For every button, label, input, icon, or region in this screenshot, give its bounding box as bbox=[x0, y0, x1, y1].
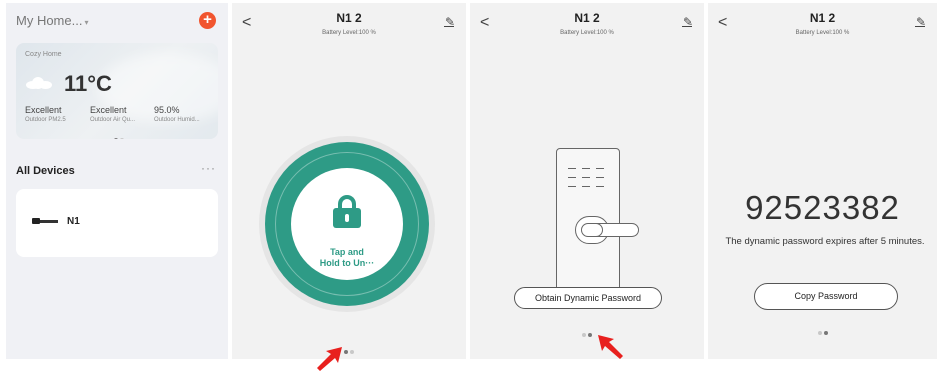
keypad-illustration bbox=[568, 165, 610, 192]
more-icon[interactable]: ··· bbox=[201, 161, 216, 175]
weather-card[interactable]: Cozy Home 11°C Excellent Outdoor PM2.5 E… bbox=[16, 43, 218, 139]
edit-icon[interactable]: ✎ bbox=[914, 15, 926, 29]
battery-level: Battery Level:100 % bbox=[322, 30, 376, 36]
battery-level: Battery Level:100 % bbox=[795, 30, 850, 36]
copy-password-button[interactable]: Copy Password bbox=[754, 283, 898, 310]
device-title: N1 2 bbox=[574, 11, 600, 25]
stat-humidity: 95.0% Outdoor Humid... bbox=[154, 105, 200, 123]
unlock-screen: < N1 2 Battery Level:100 % ✎ Tap and Hol… bbox=[232, 3, 466, 359]
device-title: N1 2 bbox=[809, 11, 836, 25]
home-selector[interactable]: My Home... ▾ bbox=[16, 13, 88, 28]
page-indicator bbox=[232, 341, 466, 359]
add-device-button[interactable]: + bbox=[199, 12, 216, 29]
annotation-arrow-up-right-icon bbox=[317, 347, 342, 371]
obtain-dynamic-password-button[interactable]: Obtain Dynamic Password bbox=[514, 287, 662, 309]
stat-air-quality: Excellent Outdoor Air Qu... bbox=[90, 105, 136, 123]
weather-pager bbox=[113, 129, 125, 139]
weather-home-name: Cozy Home bbox=[25, 51, 62, 58]
annotation-arrow-up-left-icon bbox=[598, 335, 623, 359]
device-title: N1 2 bbox=[336, 11, 362, 25]
home-title: My Home... bbox=[16, 13, 83, 28]
chevron-down-icon: ▾ bbox=[84, 18, 89, 27]
dynamic-password-screen: < N1 2 Battery Level:100 % ✎ Obtain Dyna… bbox=[470, 3, 704, 359]
home-screen: My Home... ▾ + Cozy Home 11°C Excellent O… bbox=[6, 3, 228, 359]
temperature: 11°C bbox=[64, 71, 112, 96]
page-indicator bbox=[470, 324, 704, 342]
cloud-icon bbox=[26, 77, 52, 89]
lock-icon bbox=[333, 195, 361, 228]
all-devices-heading: All Devices bbox=[16, 165, 75, 177]
edit-icon[interactable]: ✎ bbox=[681, 15, 693, 29]
device-name: N1 bbox=[67, 216, 80, 227]
battery-level: Battery Level:100 % bbox=[560, 30, 614, 36]
edit-icon[interactable]: ✎ bbox=[443, 15, 455, 29]
page-indicator bbox=[708, 322, 937, 340]
device-card[interactable]: N1 bbox=[16, 189, 218, 257]
password-screen: < N1 2 Battery Level:100 % ✎ 92523382 Th… bbox=[708, 3, 937, 359]
lock-device-icon bbox=[32, 218, 58, 224]
dynamic-password-value: 92523382 bbox=[745, 189, 900, 226]
unlock-instruction: Tap and Hold to Un··· bbox=[319, 247, 375, 268]
password-expiry-note: The dynamic password expires after 5 min… bbox=[725, 236, 925, 247]
stat-pm25: Excellent Outdoor PM2.5 bbox=[25, 105, 66, 123]
